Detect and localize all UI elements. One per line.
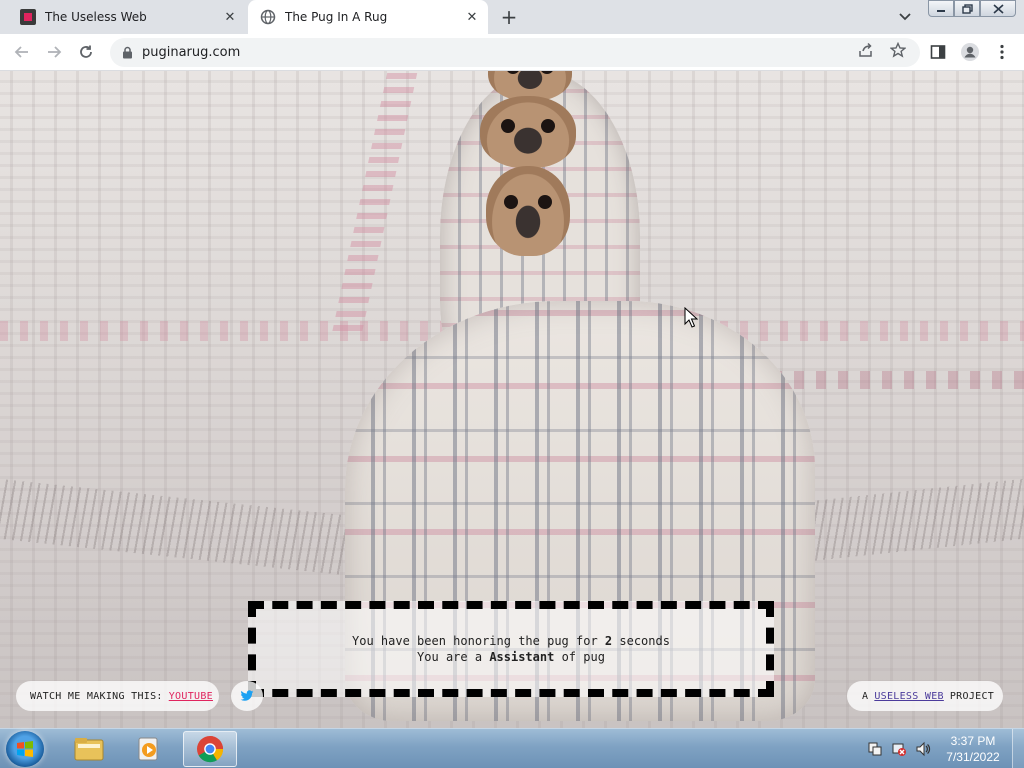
lock-icon[interactable]	[120, 46, 134, 60]
forward-arrow-icon[interactable]	[42, 40, 66, 64]
useless-web-project-pill: A USELESS WEB PROJECT	[847, 681, 1003, 711]
windows-logo-icon	[17, 741, 33, 757]
close-window-button[interactable]	[980, 0, 1016, 17]
back-arrow-icon[interactable]	[10, 40, 34, 64]
rug-stripe	[332, 71, 418, 331]
folder-icon	[74, 738, 104, 761]
clock-time: 3:37 PM	[950, 734, 996, 748]
clock-date: 7/31/2022	[946, 750, 1000, 764]
bookmark-star-icon[interactable]	[888, 40, 908, 60]
globe-icon	[260, 9, 276, 25]
restore-button[interactable]	[954, 0, 980, 17]
honor-time-line: You have been honoring the pug for 2 sec…	[352, 633, 670, 649]
honor-counter-panel: You have been honoring the pug for 2 sec…	[248, 601, 774, 697]
close-tab-icon[interactable]: ✕	[462, 7, 482, 27]
useless-web-link[interactable]: USELESS WEB	[874, 691, 944, 702]
chevron-down-icon[interactable]	[896, 8, 914, 26]
new-tab-button[interactable]: +	[498, 5, 520, 29]
project-prefix: A	[862, 690, 869, 702]
close-tab-icon[interactable]: ✕	[220, 7, 240, 27]
chrome-taskbar-button[interactable]	[183, 731, 237, 767]
project-suffix: PROJECT	[949, 690, 995, 702]
side-panel-icon[interactable]	[926, 40, 950, 64]
twitter-bird-icon[interactable]	[231, 681, 263, 711]
pug-face-image	[486, 166, 570, 256]
counter-text: of pug	[561, 650, 605, 664]
counter-text: seconds	[619, 634, 670, 648]
share-icon[interactable]	[856, 40, 876, 60]
browser-toolbar: puginarug.com	[0, 34, 1024, 71]
watch-making-pill: WATCH ME MAKING THIS: YOUTUBE	[16, 681, 219, 711]
reload-icon[interactable]	[74, 40, 98, 64]
counter-text: You have been honoring the pug for	[352, 634, 598, 648]
tab-title: The Useless Web	[45, 10, 147, 24]
profile-avatar-icon[interactable]	[958, 40, 982, 64]
mouse-cursor-icon	[684, 307, 698, 328]
tab-title: The Pug In A Rug	[285, 10, 388, 24]
media-player-icon	[138, 737, 158, 761]
seconds-count: 2	[604, 634, 613, 648]
chrome-icon	[197, 736, 224, 763]
window-controls	[928, 0, 1016, 18]
counter-text: You are a	[417, 650, 483, 664]
page-viewport: You have been honoring the pug for 2 sec…	[0, 71, 1024, 728]
taskbar-clock[interactable]: 3:37 PM 7/31/2022	[938, 733, 1008, 765]
tab-strip: The Useless Web ✕ The Pug In A Rug ✕ +	[0, 0, 1024, 34]
watch-label: WATCH ME MAKING THIS:	[30, 690, 163, 702]
address-bar[interactable]: puginarug.com	[110, 38, 920, 67]
url-text: puginarug.com	[142, 45, 241, 60]
system-tray	[866, 729, 932, 768]
rank-line: You are a Assistant of pug	[417, 649, 605, 665]
useless-web-favicon	[20, 9, 36, 25]
tab-useless-web[interactable]: The Useless Web ✕	[8, 0, 246, 34]
start-button[interactable]	[6, 731, 44, 767]
media-player-taskbar-button[interactable]	[122, 731, 176, 767]
windows-taskbar: 3:37 PM 7/31/2022	[0, 728, 1024, 768]
pug-rank: Assistant	[489, 650, 555, 664]
show-desktop-button[interactable]	[1012, 729, 1024, 768]
tab-pug-in-a-rug[interactable]: The Pug In A Rug ✕	[248, 0, 488, 34]
minimize-button[interactable]	[928, 0, 954, 17]
file-explorer-taskbar-button[interactable]	[62, 731, 116, 767]
more-menu-icon[interactable]	[990, 40, 1014, 64]
youtube-link[interactable]: YOUTUBE	[169, 691, 213, 702]
action-center-icon[interactable]	[866, 740, 884, 758]
volume-icon[interactable]	[914, 740, 932, 758]
pug-face-image	[480, 96, 576, 168]
network-error-icon[interactable]	[890, 740, 908, 758]
